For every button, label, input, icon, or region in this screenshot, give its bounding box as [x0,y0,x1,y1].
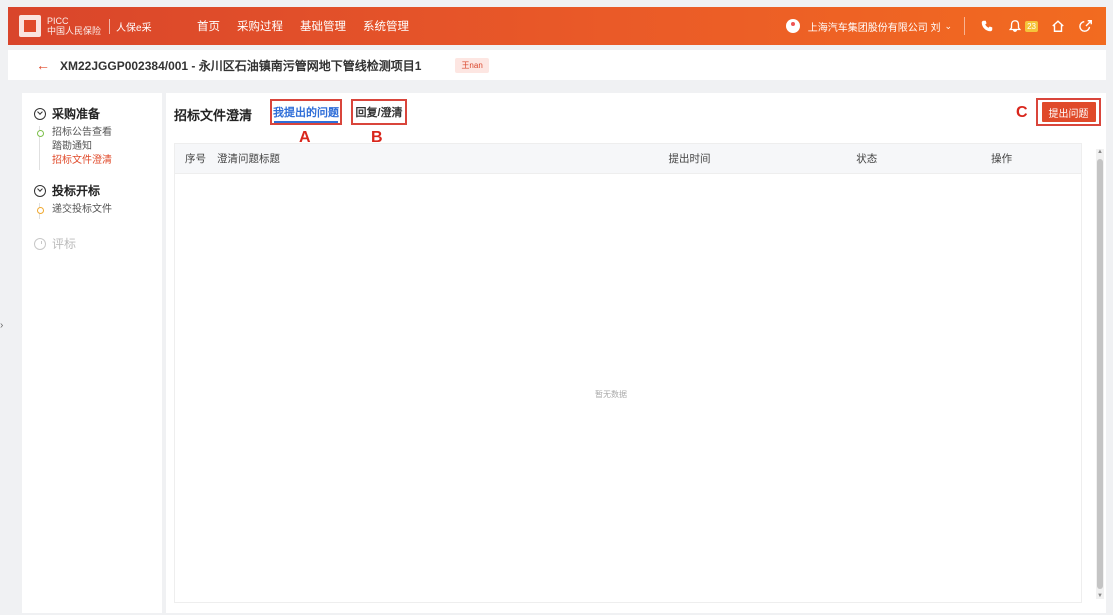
column-header-status: 状态 [856,153,878,165]
top-right-tools: 上海汽车集团股份有限公司 刘 ⌄ 23 [785,17,1106,35]
sidebar-item-site-visit[interactable]: 踏勘通知 [40,140,162,154]
sidebar-group-label: 采购准备 [52,107,101,121]
collapse-circle-icon [34,107,46,120]
nav-procurement-process[interactable]: 采购过程 [237,18,283,34]
project-tag: 王nan [455,57,489,73]
sidebar-group-label: 评标 [52,237,77,251]
nav-home[interactable]: 首页 [197,18,220,34]
sidebar-group-bid-opening[interactable]: 投标开标 [34,182,162,199]
sidebar-item-list: 招标公告查看 踏勘通知 招标文件澄清 [37,126,162,170]
column-header-actions: 操作 [991,153,1013,165]
active-tab-underline [274,121,338,123]
project-header: ← XM22JGGP002384/001 - 永川区石油镇南污管网地下管线检测项… [8,50,1106,80]
sidebar-item-tender-notice[interactable]: 招标公告查看 [37,126,162,140]
logo[interactable]: PICC 中国人民保险 人保e采 [19,15,169,37]
main-nav: 首页 采购过程 基础管理 系统管理 [197,18,426,34]
logo-system-name: 人保e采 [109,18,152,34]
process-sidebar: 采购准备 招标公告查看 踏勘通知 招标文件澄清 投标开标 递交投标文件 评标 [22,93,162,613]
notification-badge: 23 [1025,20,1038,32]
sidebar-item-clarification[interactable]: 招标文件澄清 [40,154,162,168]
divider [964,17,966,35]
scroll-thumb[interactable] [1097,159,1103,589]
scroll-up-icon[interactable]: ▲ [1096,149,1104,155]
table-header: 序号 澄清问题标题 提出时间 状态 操作 [175,144,1081,174]
collapse-circle-icon [34,184,46,197]
user-company[interactable]: 上海汽车集团股份有限公司 刘 [808,19,941,34]
column-header-index: 序号 [185,153,206,165]
tab-reply-clarification[interactable]: 回复/澄清 [351,99,407,125]
scroll-down-icon[interactable]: ▼ [1096,593,1104,599]
ask-question-highlight: 提出问题 [1036,98,1101,126]
column-header-title: 澄清问题标题 [216,153,280,165]
sidebar-group-label: 投标开标 [52,184,101,198]
main-panel: 招标文件澄清 我提出的问题 回复/澄清 A B C 提出问题 序号 澄清问题标题… [166,93,1106,613]
annotation-marker-c: C [1016,104,1028,121]
sidebar-item-submit-bid[interactable]: 递交投标文件 [37,203,162,217]
sidebar-toggle-icon[interactable]: › [0,320,8,331]
phone-icon[interactable] [979,18,995,34]
back-arrow-icon[interactable]: ← [36,57,50,73]
column-header-time: 提出时间 [668,153,711,165]
clock-icon [34,237,46,250]
sidebar-item-list: 递交投标文件 [37,203,162,219]
chevron-down-icon[interactable]: ⌄ [945,21,953,32]
home-icon[interactable] [1050,18,1066,34]
sidebar-group-evaluation[interactable]: 评标 [34,235,162,252]
user-avatar-icon[interactable] [785,19,800,33]
nav-system-management[interactable]: 系统管理 [363,18,409,34]
logo-text: PICC 中国人民保险 [47,16,102,36]
questions-table: 序号 澄清问题标题 提出时间 状态 操作 暂无数据 [174,143,1082,603]
logo-icon [19,15,41,37]
sidebar-group-procurement-prep[interactable]: 采购准备 [34,105,162,122]
table-scrollbar[interactable]: ▲ ▼ [1096,149,1104,599]
logout-icon[interactable] [1078,18,1094,34]
top-navbar: PICC 中国人民保险 人保e采 首页 采购过程 基础管理 系统管理 上海汽车集… [8,7,1106,45]
page-title: 招标文件澄清 [174,108,253,123]
project-title: XM22JGGP002384/001 - 永川区石油镇南污管网地下管线检测项目1 [60,58,422,73]
empty-state-text: 暂无数据 [595,390,627,399]
bell-icon[interactable] [1007,18,1023,34]
nav-basic-management[interactable]: 基础管理 [300,18,346,34]
ask-question-button[interactable]: 提出问题 [1041,102,1096,122]
